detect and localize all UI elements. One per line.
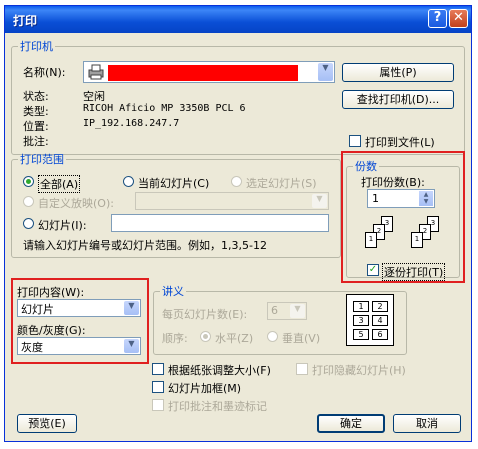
per-page-label: 每页幻灯片数(E): [162, 308, 248, 321]
preview-button[interactable]: 预览(E) [17, 414, 77, 433]
printer-group-label: 打印机 [20, 40, 53, 53]
color-label: 颜色/灰度(G): [17, 324, 86, 337]
print-dialog: 打印 ? ✕ 打印机 名称(N): ▼ 状态: 空闲 类型: RICOH Afi… [4, 5, 472, 442]
status-value: 空闲 [83, 90, 105, 103]
printer-name-select[interactable]: ▼ [83, 61, 335, 83]
properties-button[interactable]: 属性(P) [342, 63, 454, 82]
print-to-file-label: 打印到文件(L) [365, 136, 435, 149]
order-vertical-radio[interactable] [267, 331, 278, 342]
ok-button[interactable]: 确定 [317, 414, 385, 433]
range-current-radio[interactable] [123, 176, 134, 187]
copies-group-label: 份数 [355, 160, 377, 173]
print-what-label: 打印内容(W): [17, 286, 85, 299]
scale-to-fit-checkbox[interactable] [152, 363, 164, 375]
handout-cell: 5 [353, 329, 369, 340]
copies-count-input[interactable]: 1 ▲ ▼ [367, 189, 435, 208]
order-horizontal-radio[interactable] [200, 331, 211, 342]
collate-page: 1 [411, 232, 423, 248]
scale-to-fit-label[interactable]: 根据纸张调整大小(F) [168, 362, 271, 378]
copies-spinner[interactable]: ▲ ▼ [419, 191, 433, 206]
collate-checkbox[interactable]: ✓ [367, 264, 379, 276]
printer-icon [88, 64, 104, 80]
range-all-label[interactable]: 全部(A) [38, 175, 81, 193]
redacted-printer-name [108, 65, 298, 81]
print-what-value: 幻灯片 [21, 303, 54, 316]
print-to-file-checkbox[interactable] [349, 135, 361, 147]
slides-input[interactable] [111, 214, 329, 232]
close-button[interactable]: ✕ [449, 9, 468, 28]
collate-page: 1 [365, 232, 377, 248]
help-button[interactable]: ? [428, 9, 447, 28]
collate-label[interactable]: 逐份打印(T) [382, 263, 446, 281]
range-custom-radio[interactable] [23, 196, 34, 207]
radio-selected-dot [203, 334, 208, 339]
range-current-label[interactable]: 当前幻灯片(C) [138, 175, 209, 191]
range-slides-label[interactable]: 幻灯片(I): [38, 217, 87, 233]
radio-selected-dot [26, 179, 31, 184]
order-vertical-label[interactable]: 垂直(V) [282, 330, 320, 346]
frame-slides-checkbox[interactable] [152, 381, 164, 393]
color-select[interactable]: 灰度 ▼ [17, 337, 141, 355]
range-all-radio[interactable] [23, 176, 34, 187]
location-value: IP_192.168.247.7 [83, 118, 180, 129]
handouts-group-label: 讲义 [162, 285, 184, 298]
per-page-select[interactable]: 6 ▼ [267, 302, 307, 320]
order-label: 顺序: [162, 332, 188, 345]
handout-preview: 1 2 3 4 5 6 [346, 294, 394, 346]
range-selection-radio[interactable] [231, 176, 242, 187]
range-custom-label[interactable]: 自定义放映(O): [38, 195, 114, 211]
printer-name-label: 名称(N): [23, 66, 66, 79]
print-comments-label[interactable]: 打印批注和墨迹标记 [168, 398, 267, 414]
chevron-down-icon[interactable]: ▼ [318, 63, 333, 81]
location-label: 位置: [23, 120, 49, 133]
find-printer-button[interactable]: 查找打印机(D)... [342, 90, 454, 109]
order-horizontal-label[interactable]: 水平(Z) [215, 330, 253, 346]
copies-count-value: 1 [372, 192, 379, 205]
print-comments-checkbox[interactable] [152, 399, 164, 411]
range-selection-label[interactable]: 选定幻灯片(S) [246, 175, 317, 191]
handout-cell: 1 [353, 301, 369, 312]
range-slides-radio[interactable] [23, 218, 34, 229]
handout-cell: 2 [372, 301, 388, 312]
title-bar[interactable]: 打印 ? ✕ [5, 6, 471, 33]
type-value: RICOH Aficio MP 3350B PCL 6 [83, 103, 246, 114]
range-hint: 请输入幻灯片编号或幻灯片范围。例如，1,3,5-12 [23, 239, 267, 252]
chevron-down-icon[interactable]: ▼ [290, 304, 305, 318]
status-label: 状态: [23, 90, 49, 103]
print-hidden-checkbox[interactable] [296, 363, 308, 375]
copies-count-label: 打印份数(B): [361, 176, 425, 189]
print-what-select[interactable]: 幻灯片 ▼ [17, 299, 141, 317]
handout-cell: 6 [372, 329, 388, 340]
per-page-value: 6 [271, 304, 278, 317]
handout-cell: 4 [372, 315, 388, 326]
dialog-title: 打印 [13, 14, 38, 28]
type-label: 类型: [23, 105, 49, 118]
frame-slides-label[interactable]: 幻灯片加框(M) [168, 380, 241, 396]
chevron-down-icon[interactable]: ▼ [312, 194, 327, 208]
handout-cell: 3 [353, 315, 369, 326]
comment-label: 批注: [23, 135, 49, 148]
print-hidden-label[interactable]: 打印隐藏幻灯片(H) [312, 362, 406, 378]
color-value: 灰度 [21, 341, 43, 354]
chevron-down-icon[interactable]: ▼ [124, 339, 139, 353]
chevron-down-icon[interactable]: ▼ [124, 301, 139, 315]
collate-illustration: 3 2 1 3 2 1 [365, 214, 453, 258]
cancel-button[interactable]: 取消 [393, 414, 461, 433]
print-range-label: 打印范围 [20, 153, 64, 166]
custom-show-select[interactable]: ▼ [135, 192, 329, 210]
